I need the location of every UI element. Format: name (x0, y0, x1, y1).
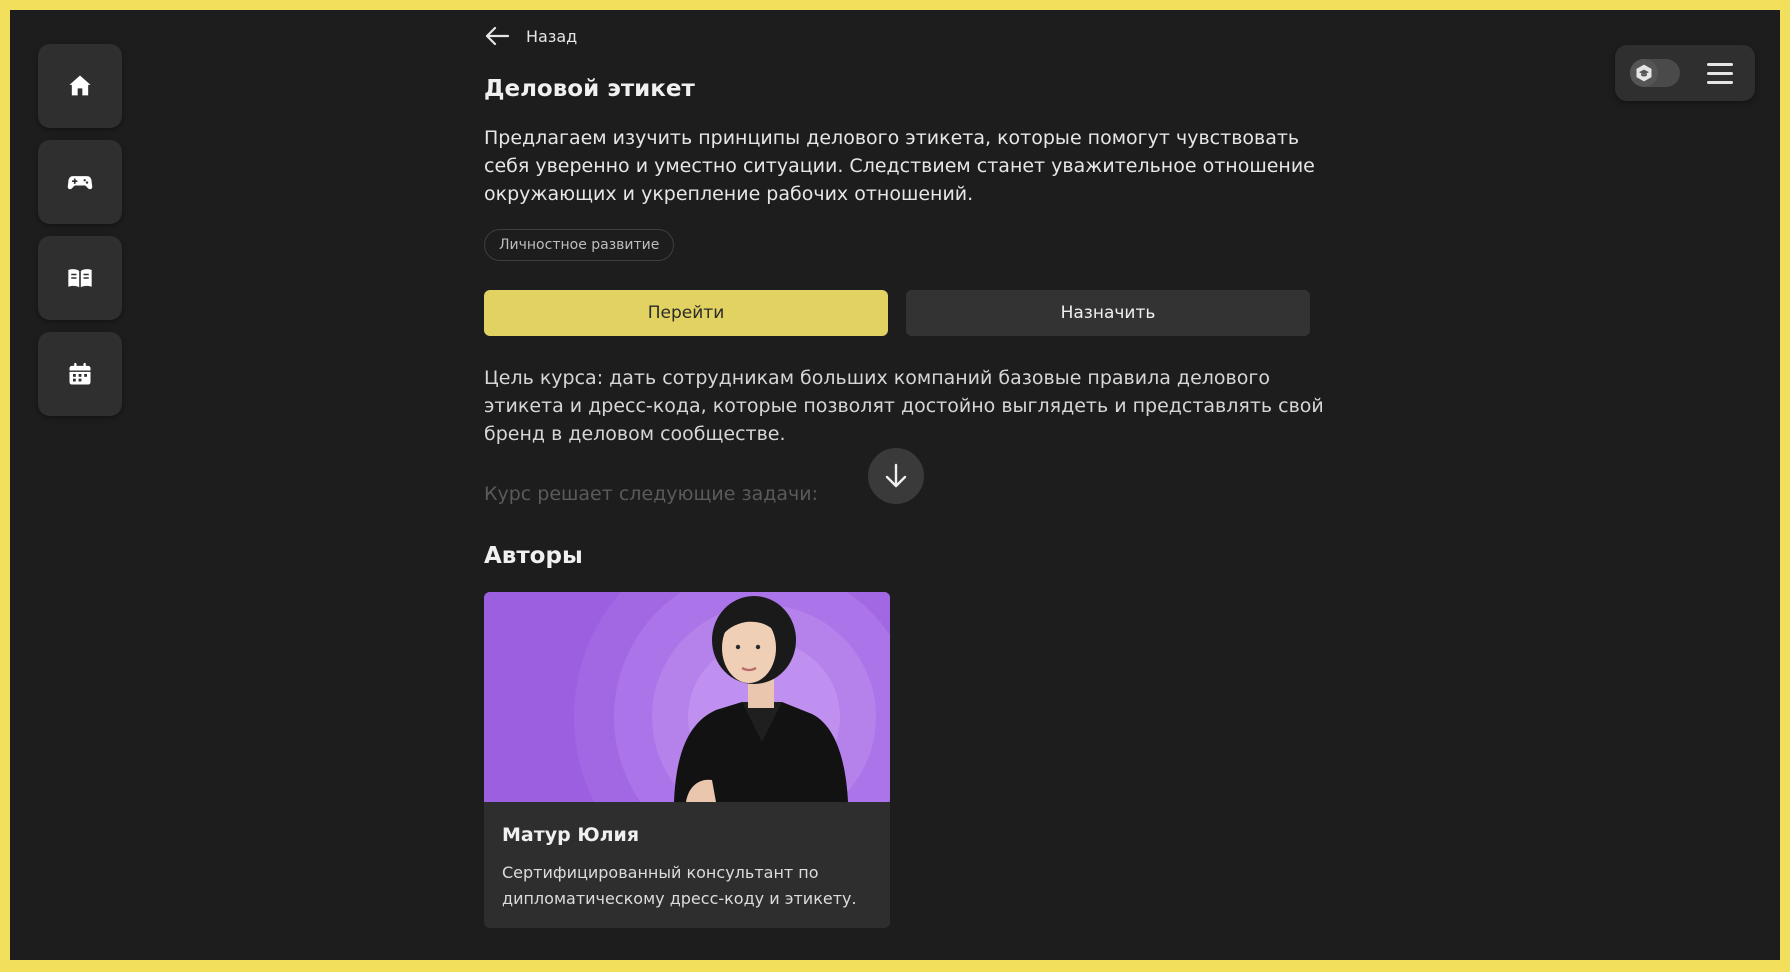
authors-heading: Авторы (484, 543, 583, 569)
author-name: Матур Юлия (502, 824, 640, 846)
page-title: Деловой этикет (484, 76, 695, 102)
nav-library-button[interactable] (38, 236, 122, 320)
course-goal: Цель курса: дать сотрудникам больших ком… (484, 367, 1324, 445)
home-icon (69, 75, 91, 96)
nav-home-button[interactable] (38, 44, 122, 128)
app-window: Назад Деловой этикет Предлагаем изучить … (10, 10, 1780, 960)
author-photo (484, 592, 890, 907)
go-button[interactable]: Перейти (484, 290, 888, 336)
back-link[interactable]: Назад (484, 22, 577, 50)
expand-button[interactable] (868, 448, 924, 504)
gamepad-icon (67, 176, 93, 190)
toggle-knob (1630, 59, 1658, 87)
author-card[interactable]: Матур Юлия Сертифицированный консультант… (484, 592, 890, 928)
calendar-icon (69, 362, 91, 385)
arrow-left-icon (485, 26, 510, 46)
assign-button[interactable]: Назначить (906, 290, 1310, 336)
graduation-cap-icon (1636, 64, 1652, 82)
nav-games-button[interactable] (38, 140, 122, 224)
menu-icon[interactable] (1707, 61, 1733, 85)
author-portrait (484, 592, 890, 907)
course-tasks-intro: Курс решает следующие задачи: (484, 483, 818, 505)
mode-toggle[interactable] (1630, 59, 1680, 87)
author-bio: Сертифицированный консультант по диплома… (502, 863, 857, 908)
nav-calendar-button[interactable] (38, 332, 122, 416)
course-description: Предлагаем изучить принципы делового эти… (484, 127, 1315, 205)
back-label: Назад (526, 26, 578, 46)
top-controls (1615, 45, 1755, 101)
category-tag: Личностное развитие (484, 229, 675, 261)
book-icon (68, 269, 92, 288)
arrow-down-icon (885, 463, 907, 488)
